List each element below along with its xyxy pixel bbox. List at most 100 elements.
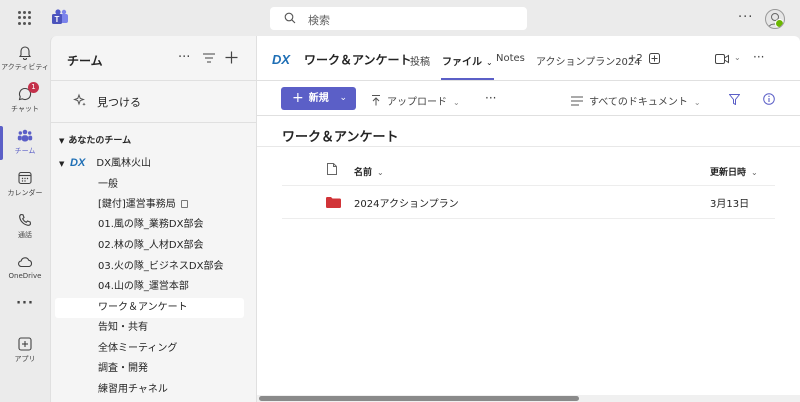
plus-icon: + bbox=[292, 90, 304, 106]
more-icon: ··· bbox=[16, 296, 34, 311]
search-input[interactable]: 検索 bbox=[270, 7, 527, 30]
add-icon[interactable] bbox=[225, 51, 238, 64]
caret-down-icon: ▼ bbox=[59, 160, 65, 168]
discover-label: 見つける bbox=[97, 96, 141, 109]
rail-chat-label: チャット bbox=[11, 105, 39, 113]
channel-title: ワーク＆アンケート bbox=[304, 53, 412, 67]
phone-icon bbox=[19, 213, 32, 226]
teams-panel: チーム ··· 見つける ▼ あなたのチーム ▼ DX DX風林火山 一般 [鍵付… bbox=[50, 36, 257, 402]
settings-more-button[interactable]: ··· bbox=[738, 10, 753, 25]
rail-calendar-label: カレンダー bbox=[7, 189, 43, 197]
bell-icon bbox=[18, 46, 32, 60]
channel-item[interactable]: 練習用チャネル bbox=[55, 380, 244, 400]
channel-item[interactable]: 04.山の隊_運営本部 bbox=[55, 277, 244, 297]
column-modified-label: 更新日時 bbox=[710, 168, 747, 178]
lock-icon bbox=[180, 200, 188, 208]
panel-divider bbox=[51, 80, 256, 81]
channel-item[interactable]: 全体ミーティング bbox=[55, 339, 244, 359]
toolbar-more-button[interactable]: ··· bbox=[485, 91, 496, 105]
rail-apps[interactable]: アプリ bbox=[0, 332, 50, 372]
calendar-icon bbox=[18, 171, 32, 185]
add-app-icon bbox=[18, 337, 32, 351]
rail-chat[interactable]: 1 チャット bbox=[0, 82, 50, 122]
scrollbar-thumb[interactable] bbox=[259, 396, 579, 401]
row-divider bbox=[282, 218, 775, 219]
team-item[interactable]: ▼ DX DX風林火山 bbox=[59, 154, 151, 169]
chevron-down-icon: ⌄ bbox=[377, 168, 384, 177]
caret-down-icon: ▼ bbox=[59, 137, 65, 145]
main-content: DX ワーク＆アンケート 投稿 ファイル ⌄ Notes アクションプラン2024… bbox=[257, 36, 800, 402]
teams-icon bbox=[17, 129, 33, 142]
rail-activity[interactable]: アクティビティ bbox=[0, 40, 50, 80]
add-tab-icon[interactable] bbox=[649, 53, 660, 64]
channel-item[interactable]: [鍵付]運営事務局 bbox=[55, 195, 244, 215]
new-button[interactable]: + 新規 ⌄ bbox=[281, 87, 356, 110]
channel-item[interactable]: 一般 bbox=[55, 175, 244, 195]
user-icon bbox=[768, 13, 782, 28]
column-header-modified[interactable]: 更新日時 ⌄ bbox=[710, 165, 758, 178]
panel-divider bbox=[51, 122, 256, 123]
row-divider bbox=[282, 185, 775, 186]
upload-button[interactable]: アップロード ⌄ bbox=[371, 93, 460, 108]
svg-text:DX: DX bbox=[70, 157, 86, 167]
folder-icon bbox=[326, 197, 341, 208]
chevron-down-icon: ⌄ bbox=[453, 98, 460, 107]
team-logo-icon: DX bbox=[70, 157, 86, 167]
horizontal-scrollbar[interactable] bbox=[257, 395, 800, 402]
sparkle-icon bbox=[73, 93, 86, 106]
header-more-button[interactable]: ··· bbox=[753, 50, 764, 64]
video-call-icon[interactable] bbox=[715, 54, 729, 64]
chevron-down-icon: ⌄ bbox=[339, 93, 347, 103]
rail-onedrive[interactable]: OneDrive bbox=[0, 250, 50, 290]
rail-calls-label: 通話 bbox=[18, 231, 32, 239]
tab-more-count[interactable]: +2 bbox=[628, 53, 643, 64]
tab-action-plan[interactable]: アクションプラン2024 bbox=[536, 53, 641, 68]
teams-logo-icon: T bbox=[52, 9, 68, 24]
rail-calendar[interactable]: カレンダー bbox=[0, 166, 50, 206]
column-name-label: 名前 bbox=[354, 168, 373, 178]
tab-files[interactable]: ファイル ⌄ bbox=[441, 53, 494, 80]
avatar[interactable] bbox=[765, 9, 785, 29]
channel-item[interactable]: 告知・共有 bbox=[55, 318, 244, 338]
channel-item[interactable]: 01.風の隊_業務DX部会 bbox=[55, 215, 244, 235]
panel-more-button[interactable]: ··· bbox=[178, 50, 190, 65]
your-teams-header[interactable]: ▼ あなたのチーム bbox=[59, 133, 131, 146]
channel-label: [鍵付]運営事務局 bbox=[98, 199, 176, 210]
filter-icon[interactable] bbox=[203, 53, 215, 63]
rail-activity-label: アクティビティ bbox=[1, 63, 49, 71]
channel-item[interactable]: 02.林の隊_人材DX部会 bbox=[55, 236, 244, 256]
view-label: すべてのドキュメント bbox=[589, 97, 688, 108]
channel-item-selected[interactable]: ワーク＆アンケート bbox=[55, 298, 244, 318]
search-icon bbox=[284, 12, 296, 24]
chevron-down-icon: ⌄ bbox=[693, 98, 701, 107]
channel-item[interactable]: 調査・開発 bbox=[55, 359, 244, 379]
tab-notes[interactable]: Notes bbox=[496, 53, 525, 64]
channel-item[interactable]: 03.火の隊_ビジネスDX部会 bbox=[55, 257, 244, 277]
rail-more[interactable]: ··· bbox=[0, 294, 50, 334]
top-bar: T 検索 ··· bbox=[0, 0, 800, 36]
app-rail: アクティビティ 1 チャット チーム カレンダー 通話 OneDrive ···… bbox=[0, 36, 50, 402]
panel-title: チーム bbox=[67, 54, 103, 68]
info-icon[interactable] bbox=[763, 93, 775, 105]
team-name: DX風林火山 bbox=[96, 158, 151, 169]
file-name-link[interactable]: 2024アクションプラン bbox=[354, 195, 459, 210]
svg-text:DX: DX bbox=[272, 52, 291, 65]
channel-header: DX ワーク＆アンケート 投稿 ファイル ⌄ Notes アクションプラン2024… bbox=[257, 36, 800, 81]
list-view-icon bbox=[571, 96, 583, 106]
search-placeholder: 検索 bbox=[308, 14, 330, 27]
column-header-name[interactable]: 名前 ⌄ bbox=[354, 165, 384, 178]
rail-calls[interactable]: 通話 bbox=[0, 208, 50, 248]
tab-posts[interactable]: 投稿 bbox=[410, 53, 430, 68]
chevron-down-icon: ⌄ bbox=[486, 58, 493, 67]
tab-files-label: ファイル bbox=[442, 57, 482, 68]
filter-icon[interactable] bbox=[729, 94, 740, 105]
svg-text:T: T bbox=[55, 15, 60, 24]
view-selector[interactable]: すべてのドキュメント ⌄ bbox=[571, 93, 701, 108]
new-label: 新規 bbox=[308, 93, 329, 104]
chevron-down-icon[interactable]: ⌄ bbox=[734, 53, 741, 62]
app-launcher-icon[interactable] bbox=[18, 11, 32, 25]
file-type-icon bbox=[327, 163, 337, 175]
chevron-down-icon: ⌄ bbox=[751, 168, 758, 177]
rail-teams[interactable]: チーム bbox=[0, 124, 50, 164]
library-divider bbox=[257, 146, 800, 147]
